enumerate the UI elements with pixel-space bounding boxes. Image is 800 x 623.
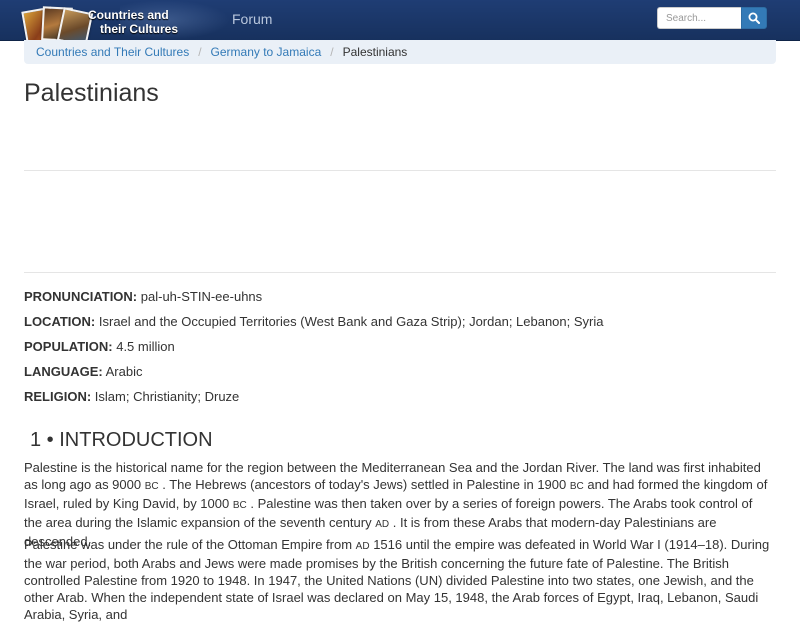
breadcrumb-germany-jamaica-link[interactable]: Germany to Jamaica [211, 45, 322, 59]
paragraph-introduction-2: Palestine was under the rule of the Otto… [24, 537, 770, 622]
breadcrumb-current: Palestinians [342, 45, 408, 59]
logo-line2: their Cultures [100, 22, 179, 36]
facts-list: PRONUNCIATION: pal-uh-STIN-ee-uhns LOCAT… [24, 288, 776, 413]
breadcrumb-separator: / [330, 45, 334, 59]
fact-value: Arabic [105, 364, 143, 379]
breadcrumb: Countries and Their Cultures / Germany t… [24, 40, 776, 64]
fact-label: RELIGION: [24, 389, 92, 404]
breadcrumb-separator: / [198, 45, 202, 59]
fact-value: Islam; Christianity; Druze [94, 389, 240, 404]
logo-photos-icon [21, 5, 94, 47]
fact-location: LOCATION: Israel and the Occupied Territ… [24, 313, 776, 338]
search-input[interactable] [657, 7, 741, 29]
divider [24, 272, 776, 273]
breadcrumb-countries-link[interactable]: Countries and Their Cultures [36, 45, 189, 59]
search-icon [748, 12, 760, 24]
divider [24, 170, 776, 171]
fact-label: LOCATION: [24, 314, 96, 329]
fact-value: 4.5 million [116, 339, 175, 354]
fact-religion: RELIGION: Islam; Christianity; Druze [24, 388, 776, 413]
fact-label: PRONUNCIATION: [24, 289, 138, 304]
top-navbar: Countries and their Cultures Forum [0, 0, 800, 47]
fact-population: POPULATION: 4.5 million [24, 338, 776, 363]
fact-value: Israel and the Occupied Territories (Wes… [98, 314, 604, 329]
site-logo[interactable]: Countries and their Cultures [21, 3, 218, 47]
section-heading: 1 • INTRODUCTION [30, 429, 213, 451]
fact-language: LANGUAGE: Arabic [24, 363, 776, 388]
fact-value: pal-uh-STIN-ee-uhns [140, 289, 263, 304]
fact-label: LANGUAGE: [24, 364, 103, 379]
logo-text: Countries and their Cultures [88, 8, 178, 36]
search-button[interactable] [741, 7, 767, 29]
fact-label: POPULATION: [24, 339, 113, 354]
logo-line1: Countries and [88, 8, 169, 22]
page-title: Palestinians [24, 79, 159, 107]
fact-pronunciation: PRONUNCIATION: pal-uh-STIN-ee-uhns [24, 288, 776, 313]
nav-forum-link[interactable]: Forum [232, 11, 272, 27]
